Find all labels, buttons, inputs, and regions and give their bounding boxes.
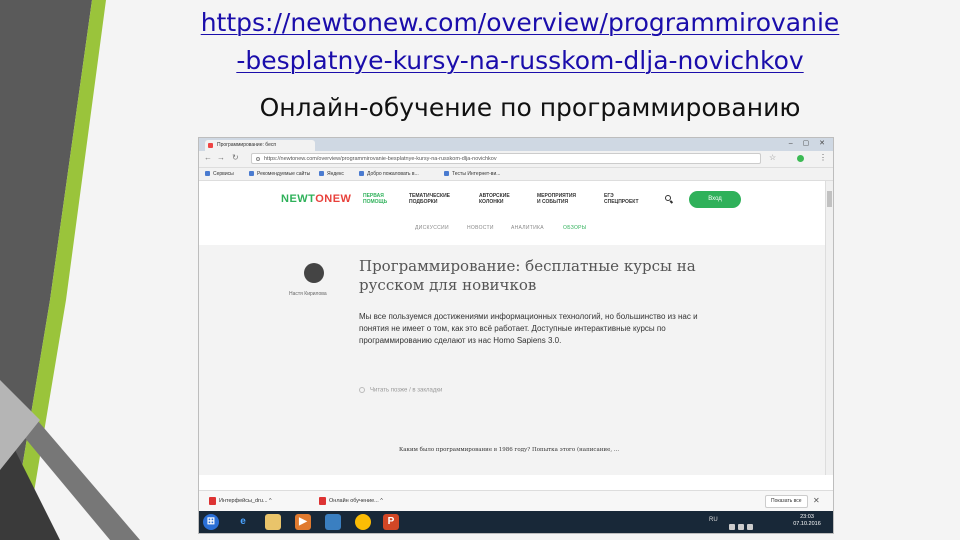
system-tray[interactable] <box>729 517 769 530</box>
bookmark-icon <box>444 171 449 176</box>
clock[interactable]: 23:03 07.10.2016 <box>787 514 827 528</box>
sub-navigation: ДИСКУССИИ НОВОСТИ АНАЛИТИКА ОБЗОРЫ <box>199 225 825 237</box>
search-icon[interactable] <box>665 195 671 201</box>
bookmark-item[interactable]: Рекомендуемые сайты <box>249 168 310 180</box>
window-controls[interactable]: – ▢ ✕ <box>789 139 829 147</box>
show-all-downloads-button[interactable]: Показать все <box>765 495 808 508</box>
article-title: Программирование: бесплатные курсы на ру… <box>359 257 696 294</box>
nav-columns[interactable]: АВТОРСКИЕ КОЛОНКИ <box>479 193 510 205</box>
article-lead: Мы все пользуемся достижениями информаци… <box>359 312 698 345</box>
bookmark-item[interactable]: Яндекс <box>319 168 344 180</box>
yandex-icon <box>319 171 324 176</box>
source-url-line1[interactable]: https://newtonew.com/overview/programmir… <box>120 4 920 42</box>
language-indicator[interactable]: RU <box>709 517 718 523</box>
slide-heading: Онлайн-обучение по программированию <box>259 93 801 122</box>
browser-tab[interactable]: Программирование: бесп <box>205 140 315 151</box>
address-input[interactable]: https://newtonew.com/overview/programmir… <box>251 153 761 164</box>
clock-icon <box>359 387 365 393</box>
menu-icon[interactable]: ⋮ <box>819 153 827 162</box>
reload-icon[interactable]: ↻ <box>232 153 239 162</box>
nav-ege[interactable]: ЕГЭ СПЕЦПРОЕКТ <box>604 193 639 205</box>
article-body: Каким было программирование в 1986 году?… <box>399 447 620 453</box>
site-header: NEWTONEW ПЕРВАЯ ПОМОЩЬ ТЕМАТИЧЕСКИЕ ПОДБОР… <box>199 181 825 221</box>
subnav-analytics[interactable]: АНАЛИТИКА <box>511 225 544 231</box>
favicon-icon <box>208 143 213 148</box>
subnav-news[interactable]: НОВОСТИ <box>467 225 494 231</box>
powerpoint-icon[interactable]: P <box>383 514 399 530</box>
source-url[interactable]: https://newtonew.com/overview/programmir… <box>120 4 920 80</box>
bookmark-star-icon[interactable]: ☆ <box>769 153 776 162</box>
back-icon[interactable]: ← <box>204 153 212 162</box>
presentation-slide: https://newtonew.com/overview/programmir… <box>0 0 960 540</box>
download-item[interactable]: Онлайн обучение... ^ <box>317 491 383 511</box>
network-icon <box>738 524 744 530</box>
start-button-icon[interactable]: ⊞ <box>203 514 219 530</box>
app-icon[interactable] <box>325 514 341 530</box>
bookmark-item[interactable]: Сервисы <box>205 168 234 180</box>
site-logo[interactable]: NEWTONEW <box>281 193 351 205</box>
nav-topics[interactable]: ТЕМАТИЧЕСКИЕ ПОДБОРКИ <box>409 193 450 205</box>
ie-icon[interactable]: e <box>235 514 251 530</box>
read-later-link[interactable]: Читать позже / в закладки <box>359 387 442 394</box>
browser-screenshot: Программирование: бесп – ▢ ✕ ← → ↻ https… <box>198 137 834 534</box>
avatar[interactable] <box>304 263 324 283</box>
download-item[interactable]: Интерфейсы_dru... ^ <box>207 491 272 511</box>
apps-icon <box>205 171 210 176</box>
source-url-line2[interactable]: -besplatnye-kursy-na-russkom-dlja-novich… <box>120 42 920 80</box>
bookmark-item[interactable]: Тесты Интернет-ви... <box>444 168 500 180</box>
info-icon <box>256 157 260 161</box>
scrollbar-thumb[interactable] <box>827 191 832 207</box>
tab-title: Программирование: бесп <box>217 142 277 148</box>
nav-first-aid[interactable]: ПЕРВАЯ ПОМОЩЬ <box>363 193 387 205</box>
author-name[interactable]: Настя Кирилова <box>289 291 327 297</box>
tab-bar: Программирование: бесп – ▢ ✕ <box>199 138 833 151</box>
address-text: https://newtonew.com/overview/programmir… <box>264 156 497 162</box>
windows-taskbar: ⊞ e ▶ P RU 23:03 07.10.2016 <box>199 511 833 533</box>
chrome-icon[interactable] <box>355 514 371 530</box>
forward-icon[interactable]: → <box>217 153 225 162</box>
bookmark-icon <box>359 171 364 176</box>
explorer-icon[interactable] <box>265 514 281 530</box>
page-scrollbar[interactable] <box>825 181 833 475</box>
subnav-reviews[interactable]: ОБЗОРЫ <box>563 225 587 231</box>
flag-icon <box>729 524 735 530</box>
nav-events[interactable]: МЕРОПРИЯТИЯ И СОБЫТИЯ <box>537 193 576 205</box>
login-button[interactable]: Вход <box>689 191 741 208</box>
downloads-bar: Интерфейсы_dru... ^ Онлайн обучение... ^… <box>199 490 833 511</box>
volume-icon <box>747 524 753 530</box>
bookmark-item[interactable]: Добро пожаловать в... <box>359 168 419 180</box>
extension-icon[interactable] <box>797 155 804 162</box>
bookmarks-bar: Сервисы Рекомендуемые сайты Яндекс Добро… <box>199 168 833 181</box>
bookmark-icon <box>249 171 254 176</box>
subnav-discussions[interactable]: ДИСКУССИИ <box>415 225 449 231</box>
close-icon[interactable]: ✕ <box>813 491 820 511</box>
address-bar-row: ← → ↻ https://newtonew.com/overview/prog… <box>199 151 833 168</box>
pdf-icon <box>209 497 216 505</box>
pdf-icon <box>319 497 326 505</box>
web-page: NEWTONEW ПЕРВАЯ ПОМОЩЬ ТЕМАТИЧЕСКИЕ ПОДБОР… <box>199 181 825 475</box>
media-player-icon[interactable]: ▶ <box>295 514 311 530</box>
